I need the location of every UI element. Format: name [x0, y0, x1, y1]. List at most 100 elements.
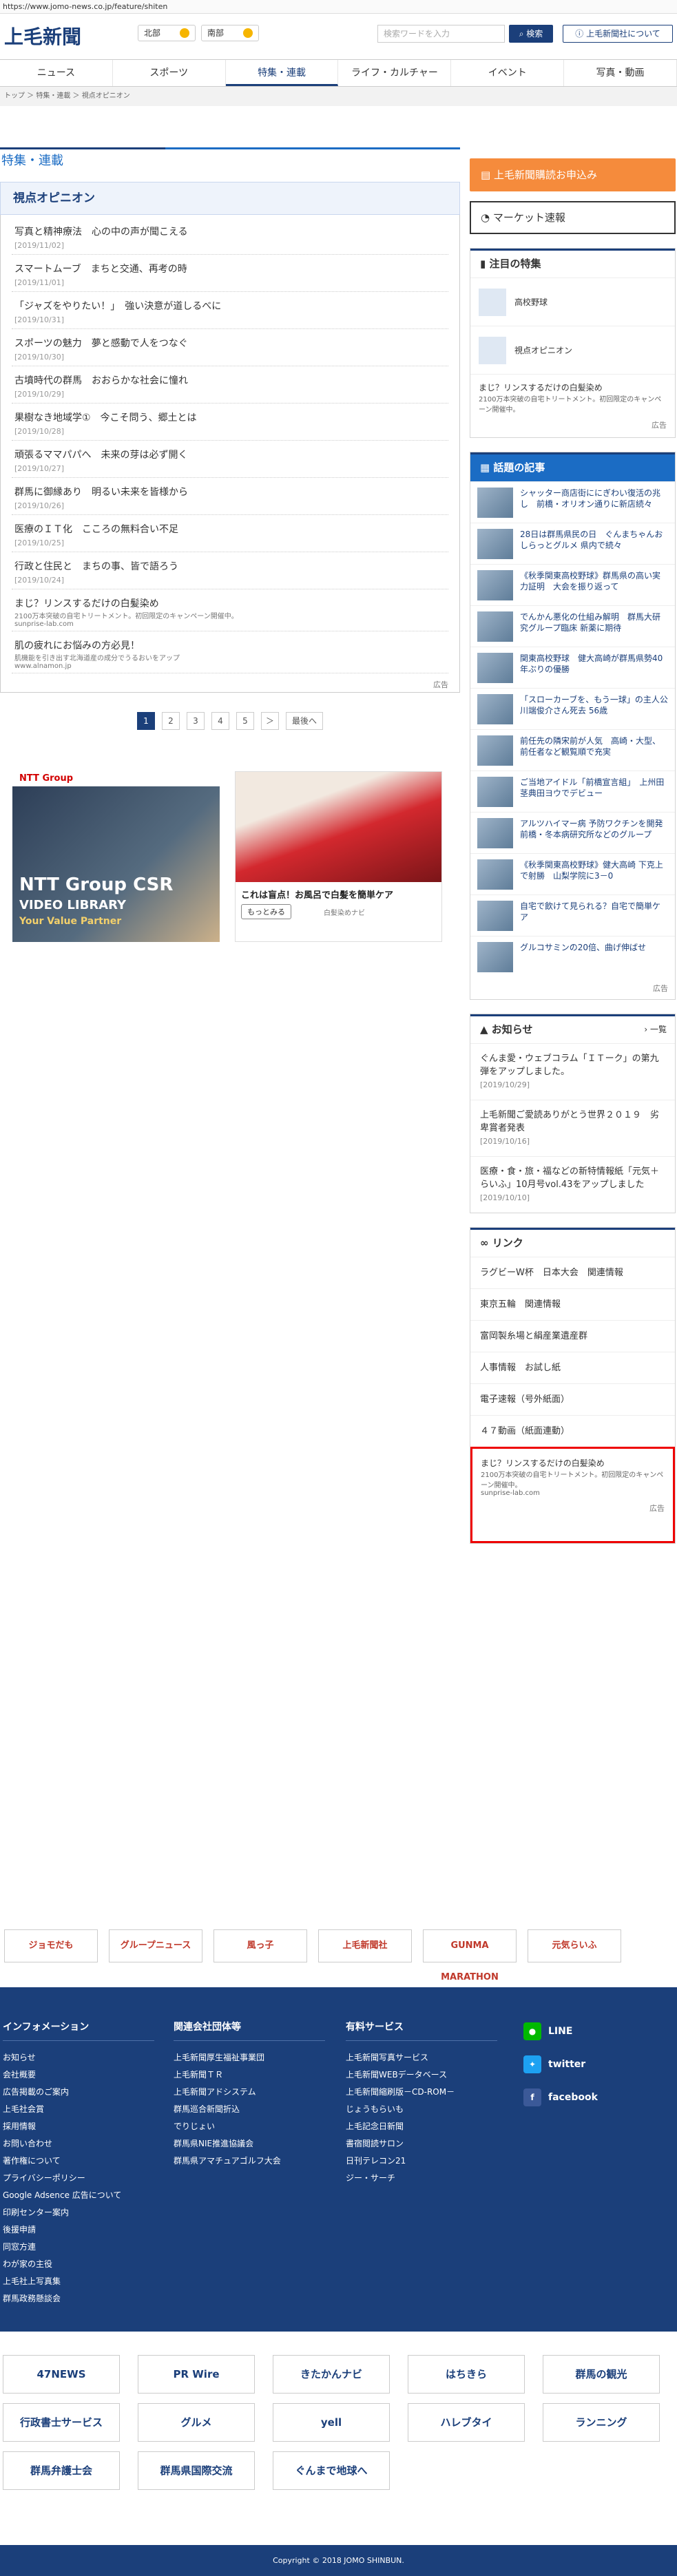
footer-link[interactable]: 広告掲載のご案内 [3, 2084, 154, 2101]
banner[interactable]: はちきら [408, 2355, 525, 2394]
list-item[interactable]: 群馬に御縁あり 明るい未来を皆様から [2019/10/26] [12, 478, 448, 515]
banner[interactable]: ジョモだも [4, 1929, 98, 1962]
list-item[interactable]: スマートムーブ まちと交通、再考の時 [2019/11/01] [12, 255, 448, 292]
nav-life[interactable]: ライフ・カルチャー [338, 60, 452, 86]
about-button[interactable]: ⓘ 上毛新聞社について [563, 25, 673, 43]
next-page[interactable]: ＞ [260, 712, 279, 730]
footer-link[interactable]: 上毛記念日新聞 [346, 2118, 497, 2135]
list-item[interactable]: 行政と住民と まちの事、皆で語ろう [2019/10/24] [12, 552, 448, 589]
ad-bath[interactable]: これは盲点！お風呂で白髪を簡単ケア もっとみる 白髪染めナビ [235, 771, 442, 942]
list-item[interactable]: 電子速報（号外紙面） [470, 1383, 675, 1415]
list-item[interactable]: グルコサミンの20倍、曲げ伸ばせ [470, 936, 675, 977]
list-item[interactable]: アルツハイマー病 予防ワクチンを開発 前橋・冬本病研究所などのグループ [470, 812, 675, 853]
list-item[interactable]: 医療・食・旅・福などの新特情報紙「元気＋らいふ」10月号vol.43をアップしま… [470, 1156, 675, 1213]
list-item[interactable]: でんかん悪化の仕組み解明 群馬大研究グループ臨床 新薬に期待 [470, 605, 675, 647]
footer-link[interactable]: 上毛新聞アドシステム [174, 2084, 325, 2101]
list-item[interactable]: 医療のＩＴ化 こころの無料合い不足 [2019/10/25] [12, 515, 448, 552]
list-item[interactable]: 《秋季関東高校野球》健大高崎 下克上で射勝 山梨学院に3－0 [470, 853, 675, 894]
list-item[interactable]: 自宅で飲けて見られる？自宅で簡単ケア [470, 894, 675, 936]
market-button[interactable]: ◔ マーケット速報 [470, 201, 676, 234]
footer-link[interactable]: 採用情報 [3, 2118, 154, 2135]
banner[interactable]: 上毛新聞社 [318, 1929, 412, 1962]
site-logo[interactable]: 上毛新聞 [4, 22, 81, 50]
list-item[interactable]: 視点オピニオン [470, 326, 675, 374]
ad-ntt[interactable]: NTT Group NTT Group CSR VIDEO LIBRARY Yo… [12, 771, 220, 942]
page-4[interactable]: 4 [211, 712, 229, 730]
footer-link[interactable]: わが家の主役 [3, 2256, 154, 2273]
list-item[interactable]: 東京五輪 関連情報 [470, 1288, 675, 1320]
banner[interactable]: ぐんまで地球へ [273, 2451, 390, 2490]
banner[interactable]: yell [273, 2403, 390, 2442]
footer-link[interactable]: 後援申請 [3, 2221, 154, 2239]
twitter-link[interactable]: ✦ twitter [523, 2048, 598, 2081]
footer-link[interactable]: 上毛社上写真集 [3, 2273, 154, 2290]
weather-south[interactable]: 南部 [201, 25, 259, 41]
page-2[interactable]: 2 [161, 712, 180, 730]
banner[interactable]: ハレブタイ [408, 2403, 525, 2442]
banner[interactable]: GUNMA MARATHON [423, 1929, 517, 1982]
list-item[interactable]: 「ジャズをやりたい！」 強い決意が道しるべに [2019/10/31] [12, 292, 448, 329]
footer-link[interactable]: 書宿閲読サロン [346, 2135, 497, 2153]
subscribe-button[interactable]: ▤ 上毛新聞購読お申込み [470, 158, 676, 191]
list-item[interactable]: ４７動画（紙面連動） [470, 1415, 675, 1447]
footer-link[interactable]: お知らせ [3, 2049, 154, 2066]
weather-north[interactable]: 北部 [138, 25, 196, 41]
list-item[interactable]: 関東高校野球 健大高崎が群馬県勢40年ぶりの優勝 [470, 647, 675, 688]
list-item[interactable]: 富岡製糸場と絹産業遺産群 [470, 1320, 675, 1352]
footer-link[interactable]: Google Adsence 広告について [3, 2187, 154, 2204]
footer-link[interactable]: 同窓方連 [3, 2239, 154, 2256]
highlighted-ad[interactable]: まじ？リンスするだけの白髪染め 2100万本突破の自宅トリートメント。初回限定の… [470, 1447, 675, 1543]
footer-link[interactable]: 上毛新聞厚生福祉事業団 [174, 2049, 325, 2066]
footer-link[interactable]: 群馬巡合新聞折込 [174, 2101, 325, 2118]
footer-link[interactable]: じょうもらいも [346, 2101, 497, 2118]
list-item[interactable]: 古墳時代の群馬 おおらかな社会に憧れ [2019/10/29] [12, 366, 448, 404]
list-item[interactable]: シャッター商店街ににぎわい復活の兆し 前橋・オリオン通りに新店続々 [470, 481, 675, 523]
last-page[interactable]: 最後へ [285, 712, 323, 730]
nav-features[interactable]: 特集・連載 [225, 60, 339, 86]
list-item[interactable]: 28日は群馬県民の日 ぐんまちゃんおしらっとグルメ 県内で続々 [470, 523, 675, 564]
list-item[interactable]: 上毛新聞ご愛読ありがとう世界２０１９ 劣卑賞者発表 [2019/10/16] [470, 1100, 675, 1156]
banner[interactable]: 元気らいふ [528, 1929, 621, 1962]
footer-link[interactable]: でりじょい [174, 2118, 325, 2135]
list-item[interactable]: 「スローカーブを、もう一球」の主人公 川端俊介さん死去 56歳 [470, 688, 675, 729]
banner[interactable]: 群馬の観光 [543, 2355, 660, 2394]
list-item[interactable]: ぐんま愛・ウェブコラム「ＩＴーク」の第九弾をアップしました。 [2019/10/2… [470, 1043, 675, 1100]
footer-link[interactable]: 群馬県アマチュアゴルフ大会 [174, 2153, 325, 2170]
banner[interactable]: グループニュース [109, 1929, 202, 1962]
list-item[interactable]: ご当地アイドル「前橋宣言組」 上州田茎典田ヨウでデビュー [470, 771, 675, 812]
nav-sports[interactable]: スポーツ [113, 60, 226, 86]
list-item[interactable]: 写真と精神療法 心の中の声が聞こえる [2019/11/02] [12, 218, 448, 255]
notice-more-link[interactable]: › 一覧 [644, 1016, 667, 1043]
page-3[interactable]: 3 [186, 712, 205, 730]
banner[interactable]: 行政書士サービス [3, 2403, 120, 2442]
footer-link[interactable]: 上毛新聞写真サービス [346, 2049, 497, 2066]
list-item[interactable]: スポーツの魅力 夢と感動で人をつなぐ [2019/10/30] [12, 329, 448, 366]
page-1[interactable]: 1 [136, 712, 155, 730]
banner[interactable]: 風っ子 [213, 1929, 307, 1962]
list-item[interactable]: 《秋季関東高校野球》群馬県の高い実力証明 大会を振り返って [470, 564, 675, 605]
footer-link[interactable]: 上毛新聞WEBデータベース [346, 2066, 497, 2084]
footer-link[interactable]: 上毛社会賞 [3, 2101, 154, 2118]
banner[interactable]: 群馬県国際交流 [138, 2451, 255, 2490]
banner[interactable]: 47NEWS [3, 2355, 120, 2394]
footer-link[interactable]: ジー・サーチ [346, 2170, 497, 2187]
nav-events[interactable]: イベント [451, 60, 565, 86]
footer-link[interactable]: プライバシーポリシー [3, 2170, 154, 2187]
footer-link[interactable]: 印刷センター案内 [3, 2204, 154, 2221]
list-item[interactable]: 前任先の隣宋前が人気 高崎・大型、前任者など観覧順で充実 [470, 729, 675, 771]
banner[interactable]: PR Wire [138, 2355, 255, 2394]
list-item[interactable]: 果樹なき地域学① 今こそ問う、郷土とは [2019/10/28] [12, 404, 448, 441]
facebook-link[interactable]: f facebook [523, 2081, 598, 2114]
search-input[interactable]: 検索ワードを入力 [377, 25, 505, 43]
footer-link[interactable]: 上毛新聞ＴＲ [174, 2066, 325, 2084]
footer-link[interactable]: 群馬政務懸談会 [3, 2290, 154, 2307]
search-button[interactable]: ⌕ 検索 [509, 25, 553, 43]
footer-link[interactable]: 日刊テレコン21 [346, 2153, 497, 2170]
text-ad[interactable]: 肌の疲れにお悩みの方必見！ 肌機能を引き出す北海道産の成分でうるおいをアップ www… [12, 631, 448, 673]
banner[interactable]: 群馬弁護士会 [3, 2451, 120, 2490]
list-item[interactable]: 人事情報 お試し紙 [470, 1352, 675, 1383]
footer-link[interactable]: 会社概要 [3, 2066, 154, 2084]
footer-link[interactable]: 上毛新聞縮刷版－CD-ROM－ [346, 2084, 497, 2101]
text-ad[interactable]: まじ？リンスするだけの白髪染め 2100万本突破の自宅トリートメント。初回限定のキ… [12, 589, 448, 631]
list-item[interactable]: ラグビーW杯 日本大会 関連情報 [470, 1257, 675, 1288]
